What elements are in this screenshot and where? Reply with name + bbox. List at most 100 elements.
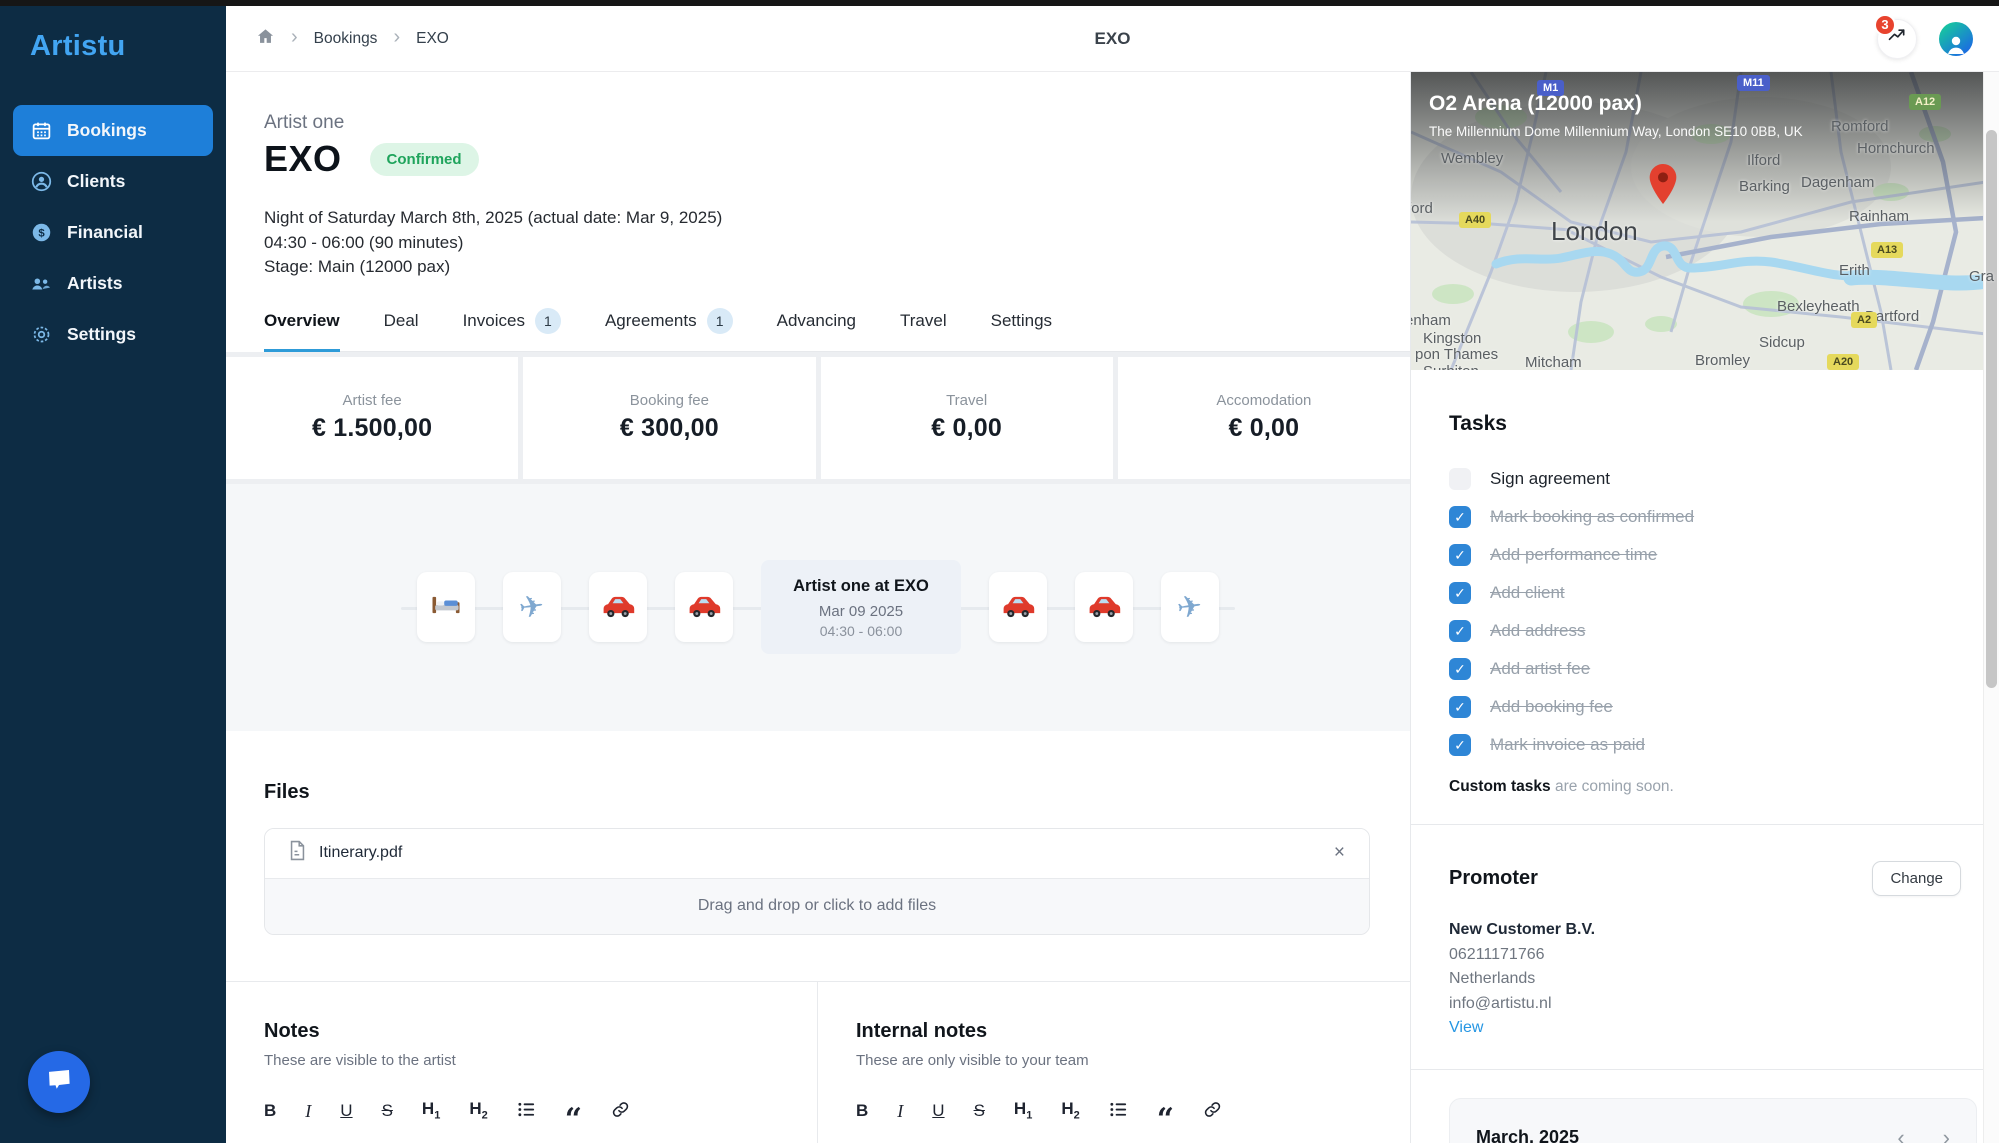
- map-label: ford: [1411, 200, 1433, 217]
- map-label: pon Thames: [1415, 346, 1498, 363]
- tab-invoices[interactable]: Invoices1: [463, 308, 561, 352]
- checkbox-unchecked[interactable]: [1449, 468, 1471, 490]
- tab-agreements[interactable]: Agreements1: [605, 308, 733, 352]
- list-button[interactable]: [517, 1100, 536, 1122]
- chevron-right-icon: ›: [393, 27, 400, 47]
- heading1-button[interactable]: H1: [1014, 1100, 1032, 1121]
- car-icon: [600, 587, 636, 628]
- sidebar-item-bookings[interactable]: Bookings: [13, 105, 213, 156]
- change-promoter-button[interactable]: Change: [1872, 861, 1961, 896]
- activity-button[interactable]: 3: [1877, 19, 1917, 59]
- task-add-performance-time[interactable]: ✓ Add performance time: [1449, 536, 1961, 574]
- timeline-drive-stop[interactable]: [589, 572, 647, 642]
- task-mark-booking-confirmed[interactable]: ✓ Mark booking as confirmed: [1449, 498, 1961, 536]
- booking-title: EXO: [264, 138, 342, 180]
- promoter-phone: 06211171766: [1449, 943, 1961, 968]
- underline-button[interactable]: U: [932, 1102, 944, 1119]
- road-badge: A2: [1851, 312, 1877, 328]
- booking-schedule: Night of Saturday March 8th, 2025 (actua…: [264, 206, 1410, 280]
- link-button[interactable]: [1203, 1100, 1222, 1122]
- internal-notes-subtitle: These are only visible to your team: [856, 1052, 1365, 1069]
- bold-button[interactable]: B: [264, 1102, 276, 1119]
- dollar-icon: $: [30, 222, 52, 244]
- map-label: Barking: [1739, 178, 1790, 195]
- task-mark-invoice-paid[interactable]: ✓ Mark invoice as paid: [1449, 726, 1961, 764]
- map-venue-info: O2 Arena (12000 pax) The Millennium Dome…: [1429, 92, 1803, 139]
- timeline-drive-stop[interactable]: [989, 572, 1047, 642]
- booking-stage-line: Stage: Main (12000 pax): [264, 255, 1410, 280]
- italic-button[interactable]: I: [897, 1102, 903, 1120]
- venue-map[interactable]: O2 Arena (12000 pax) The Millennium Dome…: [1411, 72, 1999, 370]
- tab-overview[interactable]: Overview: [264, 308, 340, 352]
- fee-card-accomodation: Accomodation € 0,00: [1118, 357, 1410, 479]
- map-label: Hornchurch: [1857, 140, 1935, 157]
- chat-launcher-button[interactable]: [28, 1051, 90, 1113]
- sidebar-item-settings[interactable]: Settings: [13, 309, 213, 360]
- sidebar: Artistu Bookings Clients $: [0, 6, 226, 1143]
- checkbox-checked[interactable]: ✓: [1449, 620, 1471, 642]
- map-label: Ilford: [1747, 152, 1780, 169]
- link-button[interactable]: [611, 1100, 630, 1122]
- breadcrumb-current: EXO: [416, 30, 449, 48]
- notes-toolbar: B I U S H1 H2 “: [264, 1099, 772, 1123]
- bed-icon: [428, 587, 464, 628]
- task-add-client[interactable]: ✓ Add client: [1449, 574, 1961, 612]
- heading2-button[interactable]: H2: [469, 1100, 487, 1121]
- checkbox-checked[interactable]: ✓: [1449, 734, 1471, 756]
- calendar-month-title: March, 2025: [1476, 1127, 1579, 1143]
- italic-button[interactable]: I: [305, 1102, 311, 1120]
- checkbox-checked[interactable]: ✓: [1449, 582, 1471, 604]
- tab-advancing[interactable]: Advancing: [777, 308, 856, 352]
- user-avatar[interactable]: [1939, 22, 1973, 56]
- files-section: Files Itinerary.pdf × Drag and drop or c…: [226, 781, 1410, 935]
- task-add-address[interactable]: ✓ Add address: [1449, 612, 1961, 650]
- promoter-name: New Customer B.V.: [1449, 918, 1961, 943]
- scrollbar-thumb[interactable]: [1986, 130, 1997, 688]
- heading1-button[interactable]: H1: [422, 1100, 440, 1121]
- sidebar-item-clients[interactable]: Clients: [13, 156, 213, 207]
- list-button[interactable]: [1109, 1100, 1128, 1122]
- timeline-drive-stop[interactable]: [675, 572, 733, 642]
- calendar-next-icon[interactable]: ›: [1943, 1127, 1950, 1143]
- timeline-flight-stop[interactable]: ✈: [1161, 572, 1219, 642]
- tab-travel[interactable]: Travel: [900, 308, 947, 352]
- sidebar-item-financial[interactable]: $ Financial: [13, 207, 213, 258]
- view-promoter-link[interactable]: View: [1449, 1016, 1961, 1041]
- strikethrough-button[interactable]: S: [382, 1102, 393, 1119]
- checkbox-checked[interactable]: ✓: [1449, 658, 1471, 680]
- heading2-button[interactable]: H2: [1061, 1100, 1079, 1121]
- file-dropzone[interactable]: Drag and drop or click to add files: [265, 878, 1369, 934]
- file-row[interactable]: Itinerary.pdf ×: [265, 829, 1369, 878]
- checkbox-checked[interactable]: ✓: [1449, 506, 1471, 528]
- timeline-hotel-stop[interactable]: [417, 572, 475, 642]
- timeline-event-card[interactable]: Artist one at EXO Mar 09 2025 04:30 - 06…: [761, 560, 961, 654]
- page-scrollbar[interactable]: [1983, 72, 1999, 1143]
- notes-column: Notes These are visible to the artist B …: [226, 982, 818, 1143]
- timeline-drive-stop[interactable]: [1075, 572, 1133, 642]
- strikethrough-button[interactable]: S: [974, 1102, 985, 1119]
- promoter-section: Promoter Change New Customer B.V. 062111…: [1411, 825, 1999, 1041]
- internal-notes-heading: Internal notes: [856, 1020, 1365, 1043]
- tab-settings[interactable]: Settings: [991, 308, 1052, 352]
- checkbox-checked[interactable]: ✓: [1449, 544, 1471, 566]
- map-label: Erith: [1839, 262, 1870, 279]
- task-add-artist-fee[interactable]: ✓ Add artist fee: [1449, 650, 1961, 688]
- underline-button[interactable]: U: [340, 1102, 352, 1119]
- calendar-prev-icon[interactable]: ‹: [1897, 1127, 1904, 1143]
- map-label: Gra: [1969, 268, 1994, 285]
- task-add-booking-fee[interactable]: ✓ Add booking fee: [1449, 688, 1961, 726]
- tab-deal[interactable]: Deal: [384, 308, 419, 352]
- sidebar-item-artists[interactable]: Artists: [13, 258, 213, 309]
- map-label: Mitcham: [1525, 354, 1582, 370]
- page-title: EXO: [226, 29, 1999, 49]
- breadcrumb-bookings[interactable]: Bookings: [314, 30, 378, 48]
- promoter-details: New Customer B.V. 06211171766 Netherland…: [1449, 918, 1961, 1041]
- timeline-flight-stop[interactable]: ✈: [503, 572, 561, 642]
- tasks-heading: Tasks: [1449, 412, 1961, 436]
- checkbox-checked[interactable]: ✓: [1449, 696, 1471, 718]
- venue-name: O2 Arena (12000 pax): [1429, 92, 1803, 116]
- bold-button[interactable]: B: [856, 1102, 868, 1119]
- task-sign-agreement[interactable]: Sign agreement: [1449, 460, 1961, 498]
- home-icon[interactable]: [256, 27, 275, 51]
- remove-file-icon[interactable]: ×: [1334, 842, 1345, 864]
